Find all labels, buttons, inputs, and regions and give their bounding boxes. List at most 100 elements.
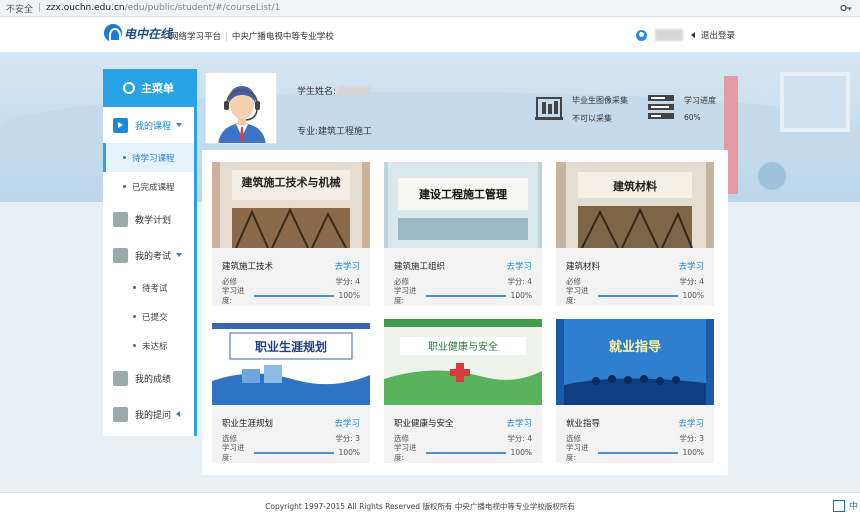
go-study-link[interactable]: 去学习 bbox=[506, 260, 532, 272]
course-credit: 学分: 4 bbox=[679, 277, 704, 286]
menu-title: 主菜单 bbox=[141, 82, 174, 95]
copyright-text: Copyright 1997-2015 All Rights Reserved … bbox=[265, 502, 575, 511]
bullet-icon bbox=[123, 185, 126, 188]
chevron-left-icon bbox=[176, 411, 181, 417]
exam-icon bbox=[113, 247, 128, 263]
course-card[interactable]: 建筑材料 建筑材料 去学习 必修 学分: 4 学习进度: 100% bbox=[556, 162, 714, 306]
progress-bar bbox=[426, 295, 506, 297]
address-separator: | bbox=[38, 3, 42, 13]
go-study-link[interactable]: 去学习 bbox=[506, 417, 532, 429]
learning-progress-title: 学习进度 bbox=[684, 96, 716, 105]
progress-fill bbox=[254, 452, 334, 454]
progress-fill bbox=[426, 295, 506, 297]
avatar bbox=[205, 72, 277, 144]
url-path[interactable]: /edu/public/student/#/courseList/1 bbox=[125, 3, 281, 13]
sidebar-item-pending-courses[interactable]: 待学习课程 bbox=[103, 143, 194, 172]
course-title[interactable]: 建筑施工技术 bbox=[222, 260, 273, 272]
progress-percent: 100% bbox=[338, 448, 360, 457]
url-host[interactable]: zzx.ouchn.edu.cn bbox=[46, 3, 125, 13]
user-area: 退出登录 bbox=[636, 29, 735, 41]
progress-percent: 100% bbox=[682, 291, 704, 300]
sidebar-item-label: 我的成绩 bbox=[135, 374, 172, 385]
photo-capture-status: 不可以采集 bbox=[572, 114, 612, 123]
course-credit: 学分: 4 bbox=[507, 277, 532, 286]
course-card[interactable]: 职业健康与安全 职业健康与安全 去学习 选修 学分: 4 学习进度: 100% bbox=[384, 319, 542, 463]
sidebar-item-exam-pending[interactable]: 待考试 bbox=[103, 273, 194, 302]
go-study-link[interactable]: 去学习 bbox=[334, 417, 360, 429]
sidebar-item-teaching-plan[interactable]: 教学计划 bbox=[103, 201, 194, 237]
site-logo[interactable]: 电中在线 bbox=[104, 24, 172, 42]
course-card[interactable]: 建设工程施工管理 建筑施工组织 去学习 必修 学分: 4 学习进度: 100% bbox=[384, 162, 542, 306]
course-credit: 学分: 3 bbox=[335, 434, 360, 443]
logo-text: 电中在线 bbox=[124, 26, 173, 41]
hero-picture-frame bbox=[780, 72, 850, 132]
sidebar-item-my-grades[interactable]: 我的成绩 bbox=[103, 360, 194, 396]
course-title[interactable]: 职业生涯规划 bbox=[222, 417, 273, 429]
course-card[interactable]: 就业指导 就业指导 去学习 选修 学分: 3 学习进度: 100% bbox=[556, 319, 714, 463]
progress-bar bbox=[254, 295, 334, 297]
go-study-link[interactable]: 去学习 bbox=[678, 260, 704, 272]
cover-title: 就业指导 bbox=[609, 339, 661, 355]
sidebar-item-label: 未达标 bbox=[142, 341, 168, 352]
user-icon bbox=[636, 29, 647, 41]
progress-icon bbox=[648, 95, 674, 119]
hero-plant bbox=[758, 162, 786, 190]
expand-icon[interactable] bbox=[832, 499, 845, 512]
caret-left-icon bbox=[691, 32, 695, 38]
bullet-icon bbox=[133, 286, 136, 289]
course-cover-image[interactable]: 职业健康与安全 bbox=[384, 319, 542, 405]
play-icon bbox=[113, 117, 128, 133]
sidebar-item-label: 我的课程 bbox=[135, 121, 172, 132]
sidebar-item-label: 已提交 bbox=[142, 312, 168, 323]
sidebar-item-exam-failed[interactable]: 未达标 bbox=[103, 331, 194, 360]
progress-bar bbox=[598, 295, 678, 297]
sidebar-item-completed-courses[interactable]: 已完成课程 bbox=[103, 172, 194, 201]
sidebar-item-my-questions[interactable]: 我的提问 bbox=[103, 396, 194, 432]
logout-link[interactable]: 退出登录 bbox=[701, 29, 735, 41]
course-title[interactable]: 就业指导 bbox=[566, 417, 600, 429]
go-study-link[interactable]: 去学习 bbox=[334, 260, 360, 272]
student-name-label: 学生姓名: bbox=[297, 87, 337, 97]
course-card[interactable]: 建筑施工技术与机械 建筑施工技术 去学习 必修 学分: 4 学习进度: 100% bbox=[212, 162, 370, 306]
course-cover-image[interactable]: 职业生涯规划 bbox=[212, 319, 370, 405]
course-card[interactable]: 职业生涯规划 职业生涯规划 去学习 选修 学分: 3 学习进度: 100% bbox=[212, 319, 370, 463]
go-study-link[interactable]: 去学习 bbox=[678, 417, 704, 429]
progress-percent: 100% bbox=[510, 291, 532, 300]
sidebar-item-label: 我的考试 bbox=[135, 251, 172, 262]
sidebar-item-label: 我的提问 bbox=[135, 410, 172, 421]
key-icon[interactable] bbox=[840, 3, 852, 13]
ime-label: 中 bbox=[848, 502, 858, 512]
progress-percent: 100% bbox=[682, 448, 704, 457]
sidebar-item-label: 待考试 bbox=[142, 283, 168, 294]
course-credit: 学分: 4 bbox=[507, 434, 532, 443]
course-cover-image[interactable]: 就业指导 bbox=[556, 319, 714, 405]
security-label[interactable]: 不安全 bbox=[6, 2, 33, 15]
course-cover-image[interactable]: 建筑施工技术与机械 bbox=[212, 162, 370, 248]
sidebar-item-my-courses[interactable]: 我的课程 bbox=[103, 107, 194, 143]
sidebar-item-exam-submitted[interactable]: 已提交 bbox=[103, 302, 194, 331]
question-icon bbox=[113, 406, 128, 422]
student-name-row: 学生姓名: bbox=[297, 84, 371, 97]
address-bar[interactable]: 不安全 | zzx.ouchn.edu.cn /edu/public/stude… bbox=[0, 0, 860, 17]
course-title[interactable]: 建筑施工组织 bbox=[394, 260, 445, 272]
progress-fill bbox=[254, 295, 334, 297]
photo-capture-icon[interactable] bbox=[534, 92, 564, 122]
cover-title: 职业健康与安全 bbox=[428, 340, 498, 353]
menu-icon bbox=[123, 82, 135, 94]
sidebar-item-my-exams[interactable]: 我的考试 bbox=[103, 237, 194, 273]
sidebar-item-label: 教学计划 bbox=[135, 215, 172, 226]
course-cover-image[interactable]: 建设工程施工管理 bbox=[384, 162, 542, 248]
course-credit: 学分: 4 bbox=[335, 277, 360, 286]
progress-fill bbox=[598, 452, 678, 454]
course-title[interactable]: 建筑材料 bbox=[566, 260, 600, 272]
student-major-row: 专业:建筑工程施工 bbox=[297, 124, 372, 137]
course-cover-image[interactable]: 建筑材料 bbox=[556, 162, 714, 248]
photo-capture-title: 毕业生图像采集 bbox=[572, 96, 628, 105]
progress-label: 学习进度: bbox=[394, 286, 417, 305]
username-redacted bbox=[655, 29, 683, 41]
sidebar-menu: 主菜单 我的课程 待学习课程 已完成课程 教学计划 我的考试 待考试 已提交 未… bbox=[103, 69, 197, 436]
course-title[interactable]: 职业健康与安全 bbox=[394, 417, 454, 429]
bullet-icon bbox=[133, 344, 136, 347]
ime-indicator[interactable]: 中 bbox=[832, 499, 858, 512]
school-name: 中央广播电视中等专业学校 bbox=[231, 32, 334, 42]
